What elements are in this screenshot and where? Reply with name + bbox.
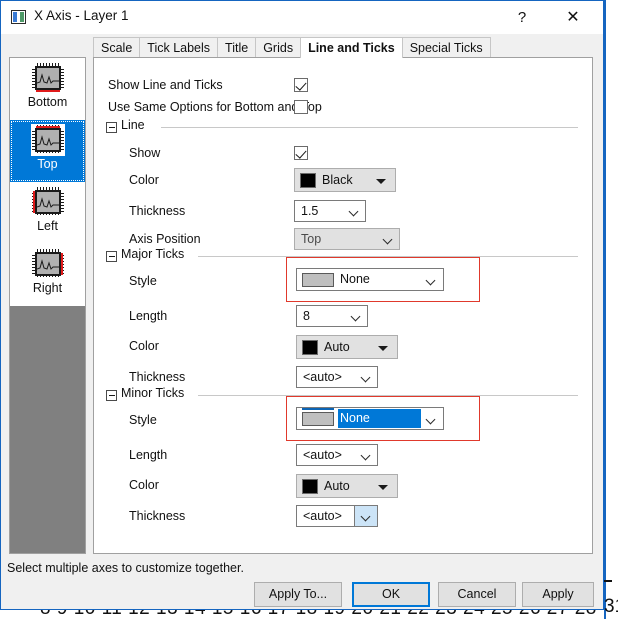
- line-thickness-label: Thickness: [129, 204, 186, 218]
- line-color-dropdown[interactable]: Black: [294, 168, 396, 192]
- minor-ticks-length-dropdown[interactable]: <auto>: [296, 444, 378, 466]
- major-ticks-length-value: 8: [303, 309, 310, 323]
- minor-ticks-group-label: Minor Ticks: [121, 386, 185, 400]
- chevron-down-icon: [362, 513, 370, 521]
- minor-ticks-style-value: None: [340, 411, 370, 425]
- collapse-icon[interactable]: [106, 122, 117, 133]
- major-ticks-color-label: Color: [129, 339, 159, 353]
- focus-top-line: [302, 408, 334, 410]
- major-ticks-thickness-value: <auto>: [303, 370, 342, 384]
- chevron-down-icon: [350, 208, 358, 216]
- line-thickness-dropdown[interactable]: 1.5: [294, 200, 366, 222]
- line-show-checkbox[interactable]: [294, 146, 308, 160]
- sidebar-item-right[interactable]: Right: [10, 244, 85, 306]
- minor-ticks-color-label: Color: [129, 478, 159, 492]
- major-ticks-group-header[interactable]: Major Ticks: [106, 247, 578, 264]
- show-line-and-ticks-checkbox[interactable]: [294, 78, 308, 92]
- tab-tick-labels[interactable]: Tick Labels: [139, 37, 219, 58]
- sidebar-item-label: Top: [37, 157, 58, 171]
- major-ticks-color-dropdown[interactable]: Auto: [296, 335, 398, 359]
- axis-position-value: Top: [301, 232, 322, 246]
- minor-ticks-thickness-value: <auto>: [303, 509, 342, 523]
- background-window-edge: [604, 0, 606, 619]
- show-line-and-ticks-label: Show Line and Ticks: [108, 78, 223, 92]
- line-and-ticks-panel: Show Line and Ticks Use Same Options for…: [93, 57, 593, 554]
- minor-ticks-color-dropdown[interactable]: Auto: [296, 474, 398, 498]
- line-group-label: Line: [121, 118, 145, 132]
- axis-position-dropdown[interactable]: Top: [294, 228, 400, 250]
- use-same-options-label: Use Same Options for Bottom and Top: [108, 100, 322, 114]
- minor-ticks-thickness-label: Thickness: [129, 509, 186, 523]
- chevron-down-icon: [427, 277, 435, 285]
- tab-strip: Scale Tick Labels Title Grids Line and T…: [93, 37, 593, 79]
- chevron-down-icon: [362, 452, 370, 460]
- sidebar-item-label: Left: [37, 219, 58, 233]
- tab-line-and-ticks[interactable]: Line and Ticks: [300, 37, 403, 58]
- line-color-value: Black: [322, 173, 353, 187]
- minor-ticks-length-value: <auto>: [303, 448, 342, 462]
- sidebar-item-top[interactable]: Top: [10, 120, 85, 182]
- chevron-down-icon: [352, 313, 360, 321]
- window-title: X Axis - Layer 1: [34, 8, 129, 23]
- help-button[interactable]: ?: [503, 5, 541, 31]
- major-ticks-length-label: Length: [129, 309, 168, 323]
- apply-button[interactable]: Apply: [522, 582, 594, 607]
- ok-button[interactable]: OK: [352, 582, 430, 607]
- close-icon[interactable]: ✕: [551, 5, 595, 31]
- minor-ticks-group-header[interactable]: Minor Ticks: [106, 386, 578, 403]
- sidebar-item-label: Bottom: [27, 95, 68, 109]
- line-group-header[interactable]: Line: [106, 118, 578, 135]
- axis-bottom-icon: [32, 63, 64, 93]
- axis-right-icon: [32, 249, 64, 279]
- collapse-icon[interactable]: [106, 390, 117, 401]
- color-swatch: [302, 340, 318, 355]
- line-show-label: Show: [129, 146, 161, 160]
- tab-special-ticks[interactable]: Special Ticks: [401, 37, 491, 58]
- minor-ticks-style-label: Style: [129, 413, 157, 427]
- tab-scale[interactable]: Scale: [93, 37, 141, 58]
- chevron-down-icon: [384, 236, 392, 244]
- minor-ticks-length-label: Length: [129, 448, 168, 462]
- tab-grids[interactable]: Grids: [255, 37, 302, 58]
- sidebar-item-bottom[interactable]: Bottom: [10, 58, 85, 120]
- use-same-options-checkbox[interactable]: [294, 100, 308, 114]
- major-ticks-color-value: Auto: [324, 340, 350, 354]
- line-thickness-value: 1.5: [301, 204, 319, 218]
- chevron-down-icon: [378, 485, 388, 490]
- major-ticks-thickness-dropdown[interactable]: <auto>: [296, 366, 378, 388]
- major-ticks-group-label: Major Ticks: [121, 247, 185, 261]
- sidebar-item-left[interactable]: Left: [10, 182, 85, 244]
- major-ticks-length-dropdown[interactable]: 8: [296, 305, 368, 327]
- axis-list-empty-area: [10, 306, 85, 553]
- tick-style-swatch: [302, 273, 334, 287]
- chevron-down-icon: [376, 179, 386, 184]
- axis-top-icon: [31, 124, 65, 156]
- dialog-hint-text: Select multiple axes to customize togeth…: [7, 561, 244, 575]
- chevron-down-icon: [378, 346, 388, 351]
- color-swatch: [300, 173, 316, 188]
- x-axis-dialog: X Axis - Layer 1 ? ✕ Scale Tick Labels T…: [0, 0, 604, 610]
- major-ticks-style-dropdown[interactable]: None: [296, 268, 444, 291]
- chevron-down-icon: [427, 416, 435, 424]
- major-ticks-style-label: Style: [129, 274, 157, 288]
- minor-ticks-style-dropdown[interactable]: None: [296, 407, 444, 430]
- title-bar: X Axis - Layer 1 ? ✕: [1, 1, 603, 34]
- background-corner-number: 31: [604, 596, 618, 617]
- chevron-down-icon: [362, 374, 370, 382]
- tab-title[interactable]: Title: [217, 37, 257, 58]
- axis-selector-list[interactable]: Bottom Top Left Right: [9, 57, 86, 554]
- minor-ticks-thickness-dropdown[interactable]: <auto>: [296, 505, 378, 527]
- minor-ticks-color-value: Auto: [324, 479, 350, 493]
- line-color-label: Color: [129, 173, 159, 187]
- sidebar-item-label: Right: [32, 281, 63, 295]
- tick-style-swatch: [302, 412, 334, 426]
- cancel-button[interactable]: Cancel: [438, 582, 516, 607]
- axis-left-icon: [32, 187, 64, 217]
- major-ticks-style-value: None: [340, 272, 370, 286]
- color-swatch: [302, 479, 318, 494]
- collapse-icon[interactable]: [106, 251, 117, 262]
- apply-to-button[interactable]: Apply To...: [254, 582, 342, 607]
- graph-window-icon: [11, 10, 26, 24]
